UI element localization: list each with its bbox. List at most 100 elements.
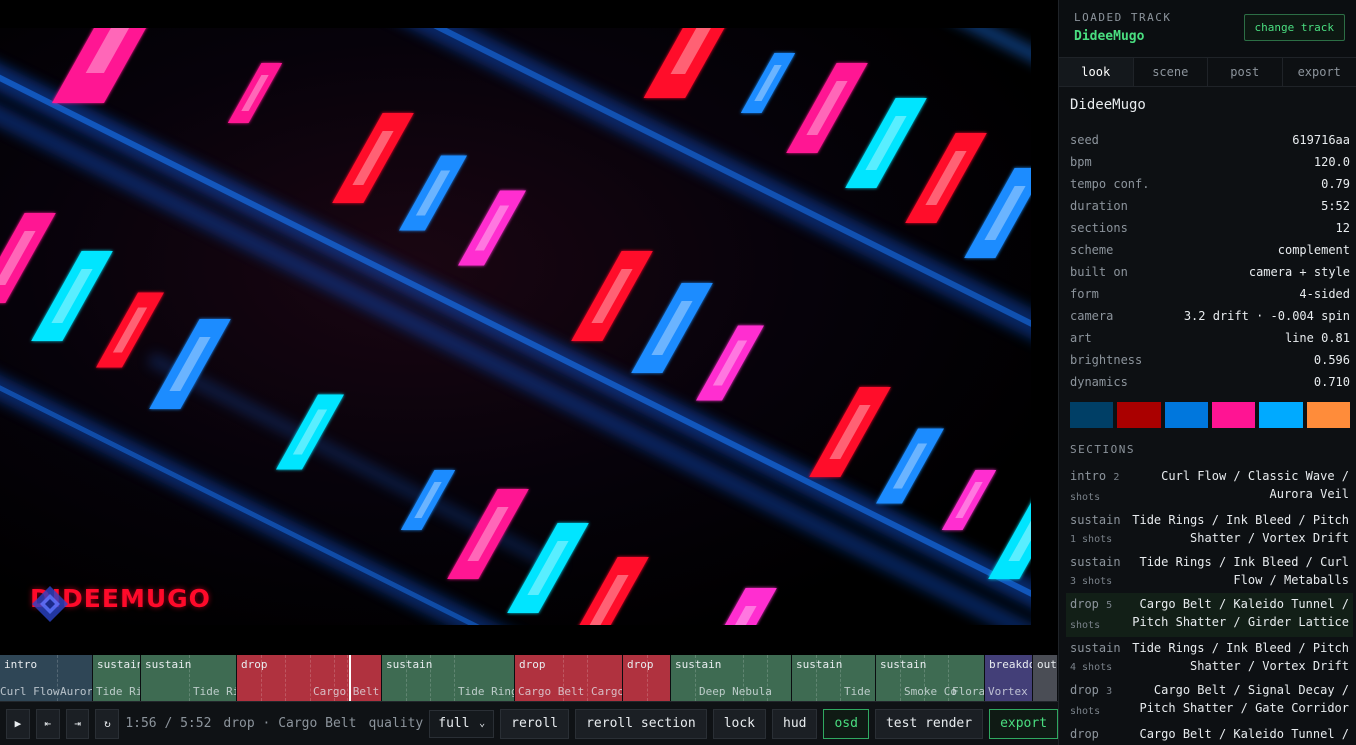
- section-shots: 4 shots: [1070, 662, 1113, 673]
- export-button[interactable]: export: [989, 708, 1059, 739]
- skip-back-icon: ⇤: [44, 717, 52, 730]
- property-value: complement: [1277, 243, 1350, 257]
- shot-label: Flora: [952, 685, 985, 698]
- segment-label: out: [1037, 658, 1057, 671]
- section-item[interactable]: drop Cargo Belt / Kaleido Tunnel /: [1066, 723, 1353, 745]
- timeline-segment[interactable]: breakdow Vortex I: [985, 655, 1033, 701]
- section-kind: drop: [1070, 597, 1099, 611]
- skip-forward-icon: ⇥: [74, 717, 81, 730]
- timeline-segment[interactable]: drop: [623, 655, 671, 701]
- loaded-track-header: LOADED TRACK DideeMugo change track: [1059, 0, 1356, 58]
- play-button[interactable]: ▶: [6, 708, 30, 739]
- section-meta: sustain 4 shots: [1070, 639, 1131, 677]
- property-row: art line 0.81: [1070, 327, 1350, 349]
- visual-canvas: [0, 28, 1031, 625]
- section-item[interactable]: drop 3 shots Cargo Belt / Signal Decay /…: [1066, 679, 1353, 723]
- section-item[interactable]: sustain 3 shots Tide Rings / Ink Bleed /…: [1066, 551, 1353, 593]
- property-key: duration: [1070, 199, 1128, 213]
- loop-icon: ↻: [104, 717, 111, 730]
- property-key: tempo conf.: [1070, 177, 1150, 191]
- hud-button[interactable]: hud: [772, 708, 818, 739]
- glow-shard: [579, 557, 649, 625]
- timeline-segment[interactable]: sustain Deep Nebula: [671, 655, 792, 701]
- property-row: sections 12: [1070, 217, 1350, 239]
- shot-label: Smoke Co: [904, 685, 957, 698]
- section-meta: intro 2 shots: [1070, 467, 1131, 507]
- shot-divider: [454, 655, 455, 701]
- segment-label: drop: [519, 658, 546, 671]
- tab-post[interactable]: post: [1208, 58, 1283, 86]
- property-value: 120.0: [1313, 155, 1350, 169]
- property-value: 0.79: [1321, 177, 1350, 191]
- shot-label: Cargo Belt: [313, 685, 380, 698]
- section-meta: drop 5 shots: [1070, 595, 1131, 635]
- section-description: Tide Rings / Ink Bleed / Pitch Shatter /…: [1132, 641, 1349, 673]
- timeline-segment[interactable]: sustain Smoke Co Flora: [876, 655, 985, 701]
- color-palette: [1070, 402, 1350, 428]
- section-description: Tide Rings / Ink Bleed / Pitch Shatter /…: [1132, 513, 1349, 545]
- segment-label: drop: [627, 658, 654, 671]
- section-shots: 3 shots: [1070, 576, 1113, 587]
- change-track-button[interactable]: change track: [1243, 14, 1345, 41]
- timeline-segment[interactable]: drop Cargo Belt Cargo: [515, 655, 623, 701]
- timeline-segment[interactable]: sustain Tide Ring: [382, 655, 515, 701]
- section-item[interactable]: intro 2 shots Curl Flow / Classic Wave /…: [1066, 465, 1353, 509]
- property-key: form: [1070, 287, 1099, 301]
- loop-button[interactable]: ↻: [95, 708, 120, 739]
- track-logo: DIDEEMUGO: [30, 584, 211, 622]
- property-key: dynamics: [1070, 375, 1128, 389]
- reroll-button[interactable]: reroll: [500, 708, 570, 739]
- playhead[interactable]: [349, 655, 352, 701]
- section-meta: drop 3 shots: [1070, 681, 1131, 721]
- palette-swatch[interactable]: [1259, 402, 1303, 428]
- reroll-section-button[interactable]: reroll section: [575, 708, 707, 739]
- shot-divider: [310, 655, 311, 701]
- osd-toggle[interactable]: osd: [823, 708, 869, 739]
- glow-shard: [964, 168, 1031, 258]
- segment-label: drop: [241, 658, 268, 671]
- section-item[interactable]: drop 5 shots Cargo Belt / Kaleido Tunnel…: [1066, 593, 1353, 637]
- tab-scene[interactable]: scene: [1134, 58, 1208, 86]
- section-item[interactable]: sustain 4 shots Tide Rings / Ink Bleed /…: [1066, 637, 1353, 679]
- timeline-segment[interactable]: sustain Tide Ri: [141, 655, 237, 701]
- palette-swatch[interactable]: [1306, 402, 1350, 428]
- quality-select[interactable]: full ⌄: [429, 709, 495, 738]
- shot-label: Aurora: [60, 685, 93, 698]
- transport-bar: ▶ ⇤ ⇥ ↻ 1:56 / 5:52 drop · Cargo Belt qu…: [0, 701, 1059, 745]
- tab-export[interactable]: export: [1283, 58, 1356, 86]
- property-row: form 4-sided: [1070, 283, 1350, 305]
- prev-section-button[interactable]: ⇤: [35, 708, 60, 739]
- quality-label: quality: [368, 716, 424, 731]
- palette-swatch[interactable]: [1070, 402, 1114, 428]
- shot-label: Deep Nebula: [699, 685, 772, 698]
- lock-button[interactable]: lock: [712, 708, 766, 739]
- segment-label: intro: [4, 658, 38, 671]
- property-key: brightness: [1070, 353, 1143, 367]
- property-row: tempo conf. 0.79: [1070, 173, 1350, 195]
- timeline-segment[interactable]: intro Curl FlowAurora: [0, 655, 93, 701]
- timeline-segment[interactable]: drop Cargo Belt: [237, 655, 382, 701]
- property-row: bpm 120.0: [1070, 151, 1350, 173]
- timeline-segment[interactable]: sustain Tide Ri: [93, 655, 141, 701]
- property-value: 619716aa: [1292, 133, 1350, 147]
- shot-label: Tide Ri: [96, 685, 141, 698]
- shot-label: Vortex I: [988, 685, 1032, 698]
- palette-swatch[interactable]: [1211, 402, 1256, 428]
- section-timeline[interactable]: introCurl FlowAurorasustainTide Risustai…: [0, 655, 1058, 701]
- panel-tabs: look scene post export: [1059, 58, 1356, 87]
- tab-look[interactable]: look: [1059, 58, 1134, 86]
- next-section-button[interactable]: ⇥: [65, 708, 90, 739]
- test-render-button[interactable]: test render: [874, 708, 984, 739]
- render-viewport[interactable]: DIDEEMUGO: [0, 28, 1031, 625]
- palette-swatch[interactable]: [1117, 402, 1161, 428]
- property-value: camera + style: [1248, 265, 1350, 279]
- section-item[interactable]: sustain 1 shots Tide Rings / Ink Bleed /…: [1066, 509, 1353, 551]
- shot-divider: [587, 655, 588, 701]
- segment-label: breakdow: [989, 658, 1032, 671]
- section-meta: sustain 3 shots: [1070, 553, 1131, 591]
- shot-divider: [285, 655, 286, 701]
- timeline-segment[interactable]: out: [1033, 655, 1058, 701]
- timeline-segment[interactable]: sustain Tide R: [792, 655, 876, 701]
- palette-swatch[interactable]: [1164, 402, 1208, 428]
- property-key: camera: [1070, 309, 1114, 323]
